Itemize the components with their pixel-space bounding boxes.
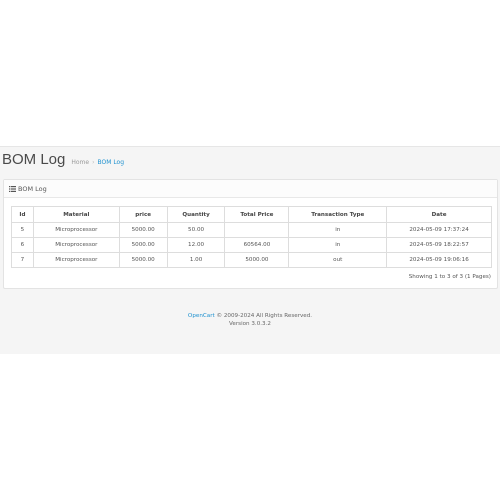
column-header-date[interactable]: Date [386, 206, 492, 223]
cell-id: 6 [11, 237, 34, 253]
breadcrumb-home-link[interactable]: Home [71, 159, 89, 166]
panel-heading: BOM Log [4, 180, 497, 198]
bom-log-table: Id Material price Quantity Total Price T… [11, 206, 492, 268]
cell-date: 2024-05-09 18:22:57 [386, 237, 492, 253]
cell-transaction-type: in [288, 222, 388, 238]
table-row: 7 Microprocessor 5000.00 1.00 5000.00 ou… [11, 252, 492, 268]
cell-total-price: 60564.00 [224, 237, 290, 253]
column-header-price[interactable]: price [118, 206, 168, 223]
table-header-row: Id Material price Quantity Total Price T… [11, 206, 492, 223]
breadcrumb-current-link[interactable]: BOM Log [98, 159, 125, 166]
cell-total-price: 5000.00 [224, 252, 290, 268]
cell-quantity: 1.00 [166, 252, 226, 268]
cell-price: 5000.00 [118, 252, 168, 268]
cell-date: 2024-05-09 17:37:24 [386, 222, 492, 238]
cell-material: Microprocessor [32, 252, 120, 268]
opencart-link[interactable]: OpenCart [188, 313, 215, 319]
list-icon [9, 185, 16, 192]
page-title: BOM Log [2, 151, 66, 168]
cell-id: 7 [11, 252, 34, 268]
table-row: 6 Microprocessor 5000.00 12.00 60564.00 … [11, 237, 492, 253]
cell-date: 2024-05-09 19:06:16 [386, 252, 492, 268]
footer-copyright-line: OpenCart © 2009-2024 All Rights Reserved… [0, 312, 500, 320]
bom-log-panel: BOM Log Id Material price Quantity Total… [3, 179, 498, 289]
pagination-results: Showing 1 to 3 of 3 (1 Pages) [408, 274, 491, 280]
footer: OpenCart © 2009-2024 All Rights Reserved… [0, 312, 500, 328]
column-header-quantity[interactable]: Quantity [166, 206, 226, 223]
column-header-id[interactable]: Id [11, 206, 34, 223]
column-header-material[interactable]: Material [32, 206, 120, 223]
breadcrumb: Home › BOM Log [71, 159, 124, 166]
cell-price: 5000.00 [118, 222, 168, 238]
column-header-total-price[interactable]: Total Price [224, 206, 290, 223]
cell-price: 5000.00 [118, 237, 168, 253]
footer-version: Version 3.0.3.2 [229, 321, 271, 327]
table-row: 5 Microprocessor 5000.00 50.00 in 2024-0… [11, 222, 492, 238]
cell-id: 5 [11, 222, 34, 238]
cell-transaction-type: out [288, 252, 388, 268]
cell-transaction-type: in [288, 237, 388, 253]
page-header: BOM Log Home › BOM Log [2, 151, 124, 173]
footer-copyright: © 2009-2024 All Rights Reserved. [214, 313, 313, 319]
content-region: BOM Log Home › BOM Log BOM Log Id Materi… [0, 146, 500, 354]
column-header-transaction-type[interactable]: Transaction Type [288, 206, 388, 223]
cell-material: Microprocessor [32, 222, 120, 238]
breadcrumb-separator: › [92, 159, 95, 166]
cell-quantity: 50.00 [166, 222, 226, 238]
cell-quantity: 12.00 [166, 237, 226, 253]
cell-material: Microprocessor [32, 237, 120, 253]
panel-title: BOM Log [18, 184, 47, 193]
cell-total-price [224, 222, 290, 238]
